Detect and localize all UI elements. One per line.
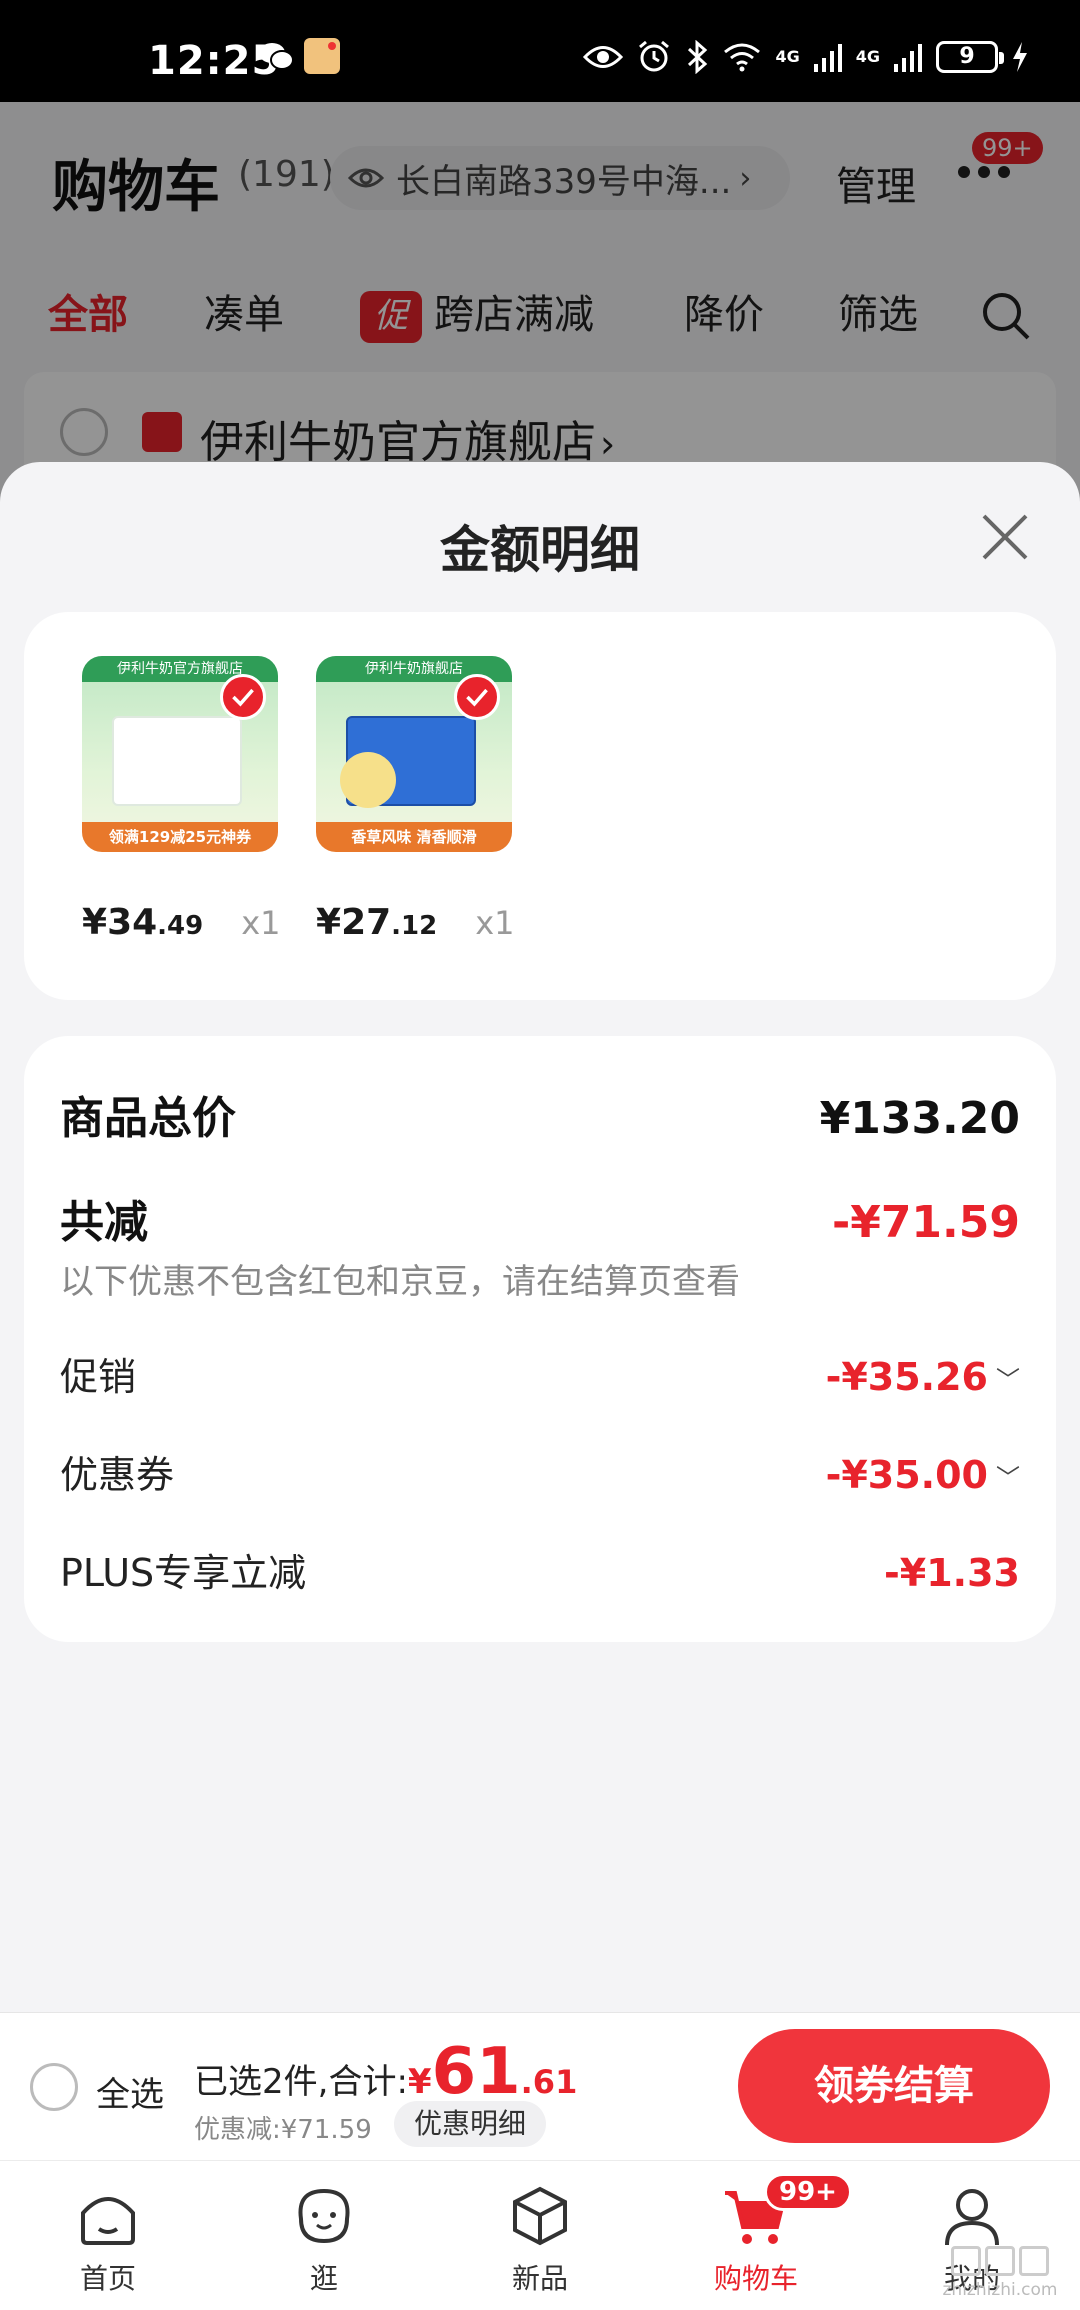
charging-icon	[1013, 42, 1027, 72]
watermark: zhizhizhi.com	[930, 2246, 1070, 2300]
battery-indicator: 9	[936, 41, 1004, 73]
total-line: 已选2件,合计: ¥61.61	[194, 2035, 578, 2109]
select-all-radio[interactable]	[30, 2063, 78, 2111]
thumb-banner: 香草风味 清香顺滑	[316, 822, 512, 852]
nav-cart[interactable]: 购物车 99+	[696, 2173, 852, 2297]
wechat-icon	[259, 43, 294, 70]
bottom-nav: 首页 逛 新品 购物车 99+ 我的	[0, 2160, 1080, 2310]
total-label: 商品总价	[60, 1093, 236, 1144]
product-list-card: 伊利牛奶官方旗舰店 领满129减25元神券 ¥34.49 x1 伊利牛奶旗舰店 …	[24, 612, 1056, 1000]
browse-face-icon	[298, 2188, 350, 2244]
product-item[interactable]: 伊利牛奶旗舰店 香草风味 清香顺滑 ¥27.12 x1	[316, 656, 516, 943]
selected-check-icon	[220, 674, 266, 720]
product-box-image	[112, 716, 242, 806]
total-row: 商品总价 ¥133.20	[60, 1082, 1020, 1146]
product-thumbnail: 伊利牛奶官方旗舰店 领满129减25元神券	[82, 656, 278, 852]
discount-detail-button[interactable]: 优惠明细	[394, 2101, 547, 2147]
amount-detail-sheet: 金额明细 伊利牛奶官方旗舰店 领满129减25元神券 ¥34.49 x1 伊利牛…	[0, 462, 1080, 2012]
discount-note: 以下优惠不包含红包和京豆，请在结算页查看	[60, 1262, 740, 1302]
total-value: ¥133.20	[819, 1093, 1020, 1144]
nav-new[interactable]: 新品	[480, 2179, 600, 2297]
vanilla-flower-image	[340, 752, 396, 808]
signal-icon	[813, 44, 842, 72]
price-summary-card: 商品总价 ¥133.20 共减 -¥71.59 以下优惠不包含红包和京豆，请在结…	[24, 1036, 1056, 1642]
nav-browse[interactable]: 逛	[264, 2179, 384, 2297]
home-icon	[81, 2197, 135, 2245]
coupon-value: -¥35.00 ﹀	[825, 1453, 1020, 1497]
wifi-icon	[724, 43, 761, 72]
cart-badge: 99+	[764, 2173, 852, 2211]
discount-text: 优惠减:¥71.59	[194, 2115, 372, 2145]
bluetooth-icon	[688, 40, 708, 74]
network-type-1: 4G	[775, 47, 800, 66]
product-thumbnail: 伊利牛奶旗舰店 香草风味 清香顺滑	[316, 656, 512, 852]
promo-row[interactable]: 促销 -¥35.26 ﹀	[60, 1346, 1020, 1401]
watermark-logo-icon	[930, 2246, 1070, 2276]
coupon-label: 优惠券	[60, 1453, 175, 1497]
alarm-icon	[639, 40, 670, 72]
signal-icon-2	[894, 44, 922, 72]
reduce-row: 共减 -¥71.59	[60, 1186, 1020, 1250]
close-icon[interactable]	[980, 512, 1030, 562]
checkout-button[interactable]: 领券结算	[738, 2029, 1050, 2143]
cube-icon	[513, 2186, 567, 2246]
eye-icon	[583, 46, 624, 68]
product-price: ¥27.12 x1	[316, 902, 515, 943]
plus-label: PLUS专享立减	[60, 1551, 307, 1595]
plus-value: -¥1.33	[884, 1551, 1020, 1595]
user-icon	[945, 2189, 999, 2246]
reduce-label: 共减	[60, 1197, 148, 1248]
sheet-title: 金额明细	[440, 521, 640, 579]
total-amount: 61	[431, 2035, 521, 2109]
plus-row: PLUS专享立减 -¥1.33	[60, 1542, 1020, 1597]
product-item[interactable]: 伊利牛奶官方旗舰店 领满129减25元神券 ¥34.49 x1	[82, 656, 282, 943]
select-all-label[interactable]: 全选	[96, 2067, 164, 2116]
selected-check-icon	[454, 674, 500, 720]
product-qty: x1	[241, 904, 281, 942]
checkout-bar: 全选 已选2件,合计: ¥61.61 优惠减:¥71.59 优惠明细 领券结算	[0, 2012, 1080, 2160]
status-bar: 12:25 4G 4G 9	[0, 0, 1080, 102]
product-qty: x1	[475, 904, 515, 942]
promo-value: -¥35.26 ﹀	[825, 1355, 1020, 1399]
modal-backdrop[interactable]	[0, 102, 1080, 522]
chevron-down-icon: ﹀	[996, 1365, 1020, 1394]
coupon-row[interactable]: 优惠券 -¥35.00 ﹀	[60, 1444, 1020, 1499]
chevron-down-icon: ﹀	[996, 1463, 1020, 1492]
product-price: ¥34.49 x1	[82, 902, 281, 943]
promo-label: 促销	[60, 1355, 137, 1399]
network-type-2: 4G	[855, 47, 880, 66]
reduce-value: -¥71.59	[831, 1197, 1020, 1248]
selected-text: 已选2件,合计:	[194, 2062, 408, 2102]
thumb-banner: 领满129减25元神券	[82, 822, 278, 852]
nav-home[interactable]: 首页	[48, 2179, 168, 2297]
app-notification-icon	[304, 38, 340, 74]
